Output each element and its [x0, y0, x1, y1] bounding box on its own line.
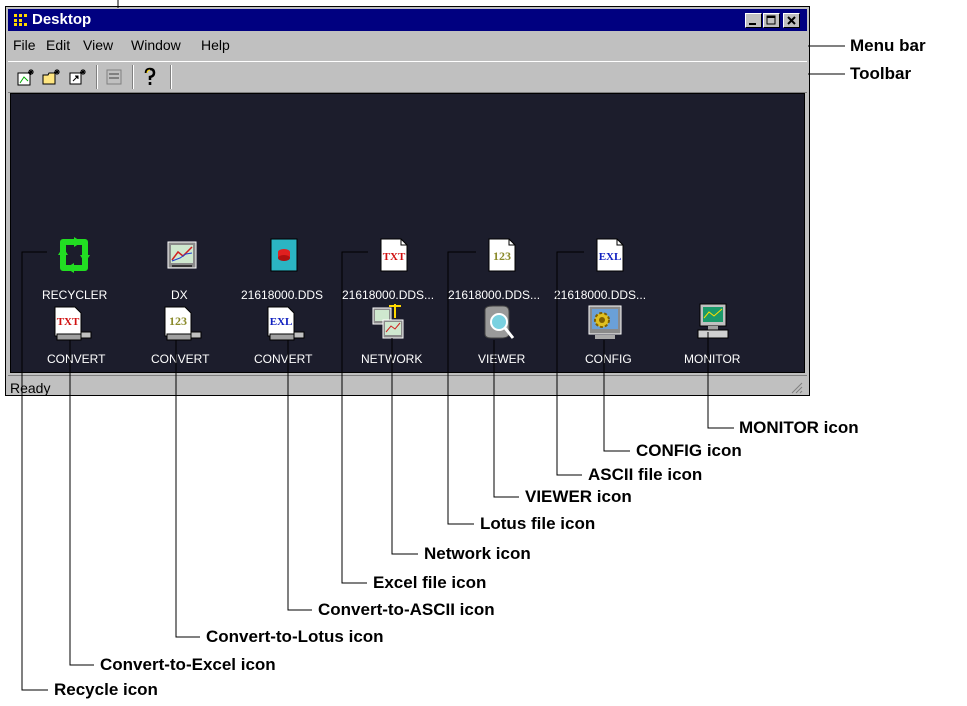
callout-viewer: VIEWER icon: [525, 487, 632, 506]
callout-config: CONFIG icon: [636, 441, 742, 460]
callout-convert-lotus: Convert-to-Lotus icon: [206, 627, 384, 646]
callout-recycle: Recycle icon: [54, 680, 158, 699]
callout-menu-bar: Menu bar: [850, 36, 926, 55]
callout-excel-file: Excel file icon: [373, 573, 487, 592]
callout-network: Network icon: [424, 544, 531, 563]
callout-ascii-file: ASCII file icon: [588, 465, 703, 484]
callout-convert-ascii: Convert-to-ASCII icon: [318, 600, 495, 619]
callout-convert-excel: Convert-to-Excel icon: [100, 655, 276, 674]
callout-monitor: MONITOR icon: [739, 418, 859, 437]
callout-toolbar: Toolbar: [850, 64, 912, 83]
callout-lotus-file: Lotus file icon: [480, 514, 596, 533]
